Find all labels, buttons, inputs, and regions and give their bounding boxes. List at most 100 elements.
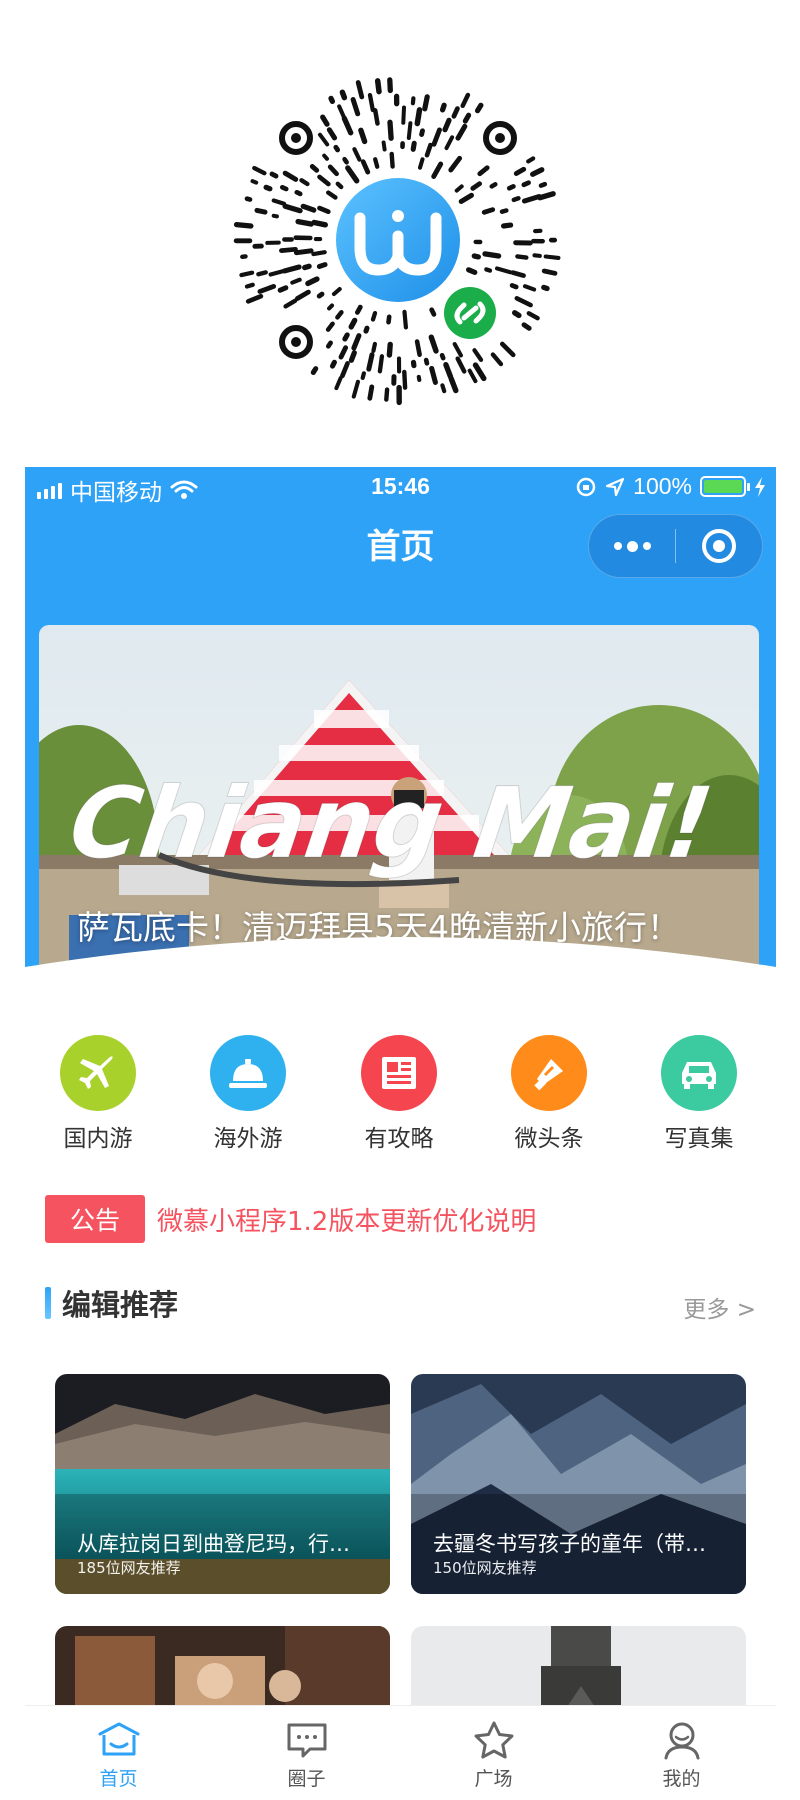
header-curve bbox=[25, 937, 776, 1027]
qr-module bbox=[354, 304, 363, 315]
category-overseas[interactable]: 海外游 bbox=[193, 1035, 303, 1153]
qr-module bbox=[538, 181, 548, 188]
chat-icon bbox=[287, 1723, 326, 1758]
category-label: 海外游 bbox=[213, 1126, 283, 1152]
tab-label: 我的 bbox=[662, 1768, 701, 1790]
qr-module bbox=[521, 322, 532, 331]
qr-module bbox=[277, 285, 289, 293]
qr-module bbox=[351, 333, 362, 351]
qr-module bbox=[526, 311, 540, 321]
qr-module bbox=[309, 164, 320, 173]
qr-module bbox=[317, 205, 331, 215]
qr-module bbox=[410, 140, 417, 152]
car-icon bbox=[661, 1035, 737, 1111]
battery-percent: 100% bbox=[633, 473, 692, 499]
qr-module bbox=[340, 361, 350, 379]
tab-label: 首页 bbox=[99, 1768, 138, 1790]
qr-module bbox=[325, 190, 338, 200]
service-bell-icon bbox=[210, 1035, 286, 1111]
qr-module bbox=[474, 102, 484, 114]
phone-screen: 中国移动 15:46 100% 首页 Chiang Mai! 萨瓦底卡！清迈拜县… bbox=[25, 467, 776, 1800]
qr-module bbox=[345, 165, 360, 184]
more-link[interactable]: 更多 > bbox=[683, 1290, 756, 1324]
qr-module bbox=[384, 387, 390, 402]
qr-module bbox=[352, 147, 362, 162]
card-title: 去疆冬书写孩子的童年（带… bbox=[433, 1532, 706, 1556]
more-dots-icon bbox=[613, 540, 651, 552]
qr-module bbox=[337, 104, 347, 120]
qr-module bbox=[268, 268, 287, 277]
qr-module bbox=[515, 254, 529, 260]
qr-module bbox=[335, 181, 344, 190]
qr-module bbox=[509, 283, 519, 290]
qr-module bbox=[311, 219, 329, 228]
qr-module bbox=[328, 95, 336, 105]
qr-module bbox=[401, 105, 406, 125]
rotation-lock-icon bbox=[576, 477, 596, 496]
notice-bar[interactable]: 公告 微慕小程序1.2版本更新优化说明 bbox=[45, 1195, 536, 1243]
category-domestic[interactable]: 国内游 bbox=[43, 1035, 153, 1153]
notice-text[interactable]: 微慕小程序1.2版本更新优化说明 bbox=[157, 1201, 536, 1238]
card-subtitle: 185位网友推荐 bbox=[77, 1559, 181, 1577]
category-gallery[interactable]: 写真集 bbox=[644, 1035, 754, 1153]
home-icon bbox=[98, 1722, 139, 1756]
qr-module bbox=[416, 374, 422, 382]
qr-module bbox=[341, 115, 354, 136]
tab-home[interactable]: 首页 bbox=[25, 1706, 212, 1800]
qr-module bbox=[290, 277, 302, 285]
category-headlines[interactable]: 微头条 bbox=[494, 1035, 604, 1153]
tab-bar: 首页 圈子 广场 我的 bbox=[25, 1705, 776, 1800]
qr-module bbox=[470, 181, 483, 191]
qr-module bbox=[471, 253, 481, 260]
qr-module bbox=[530, 167, 545, 177]
qr-module bbox=[325, 340, 333, 349]
qr-module bbox=[239, 270, 255, 278]
qr-module bbox=[294, 189, 303, 197]
qr-module bbox=[448, 376, 459, 394]
qr-module bbox=[371, 341, 377, 353]
tab-mine[interactable]: 我的 bbox=[588, 1706, 775, 1800]
qr-module bbox=[429, 307, 437, 317]
qr-module bbox=[295, 218, 314, 227]
tab-plaza[interactable]: 广场 bbox=[400, 1706, 587, 1800]
qr-module bbox=[299, 178, 310, 187]
section-title: 编辑推荐 bbox=[62, 1288, 179, 1322]
qr-module bbox=[511, 196, 521, 203]
qr-module bbox=[377, 354, 385, 374]
airplane-icon bbox=[60, 1035, 136, 1111]
qr-module bbox=[327, 164, 339, 177]
qr-module bbox=[372, 108, 380, 126]
more-button[interactable] bbox=[589, 515, 675, 577]
qr-module bbox=[263, 184, 273, 192]
qr-module bbox=[329, 359, 337, 369]
qr-module bbox=[458, 192, 474, 204]
qr-module bbox=[506, 184, 516, 191]
close-mini-program-button[interactable] bbox=[676, 515, 762, 577]
card-subtitle: 150位网友推荐 bbox=[433, 1559, 537, 1577]
recommend-card[interactable]: 从库拉岗日到曲登尼玛，行… 185位网友推荐 bbox=[55, 1374, 390, 1594]
qr-module bbox=[318, 132, 330, 147]
qr-module bbox=[514, 296, 533, 308]
category-guides[interactable]: 有攻略 bbox=[344, 1035, 454, 1153]
qr-module bbox=[499, 341, 516, 358]
qr-module bbox=[305, 276, 320, 287]
tab-circle[interactable]: 圈子 bbox=[213, 1706, 400, 1800]
qr-module bbox=[339, 89, 348, 101]
qr-module bbox=[360, 159, 371, 175]
qr-module bbox=[386, 314, 392, 325]
qr-module bbox=[521, 180, 531, 188]
recommend-card[interactable]: 去疆冬书写孩子的童年（带… 150位网友推荐 bbox=[411, 1374, 746, 1594]
recommend-section-header: 编辑推荐 更多 > bbox=[45, 1282, 756, 1324]
qr-module bbox=[431, 127, 442, 147]
qr-module bbox=[370, 310, 378, 322]
qr-module bbox=[482, 251, 502, 259]
qr-module bbox=[348, 350, 357, 363]
tab-label: 圈子 bbox=[287, 1768, 326, 1790]
qr-module bbox=[440, 383, 447, 394]
mini-program-capsule bbox=[588, 514, 763, 578]
qr-module bbox=[295, 289, 311, 301]
qr-module bbox=[495, 266, 513, 275]
qr-module bbox=[381, 140, 387, 152]
star-icon bbox=[474, 1721, 513, 1759]
qr-module bbox=[367, 384, 375, 401]
